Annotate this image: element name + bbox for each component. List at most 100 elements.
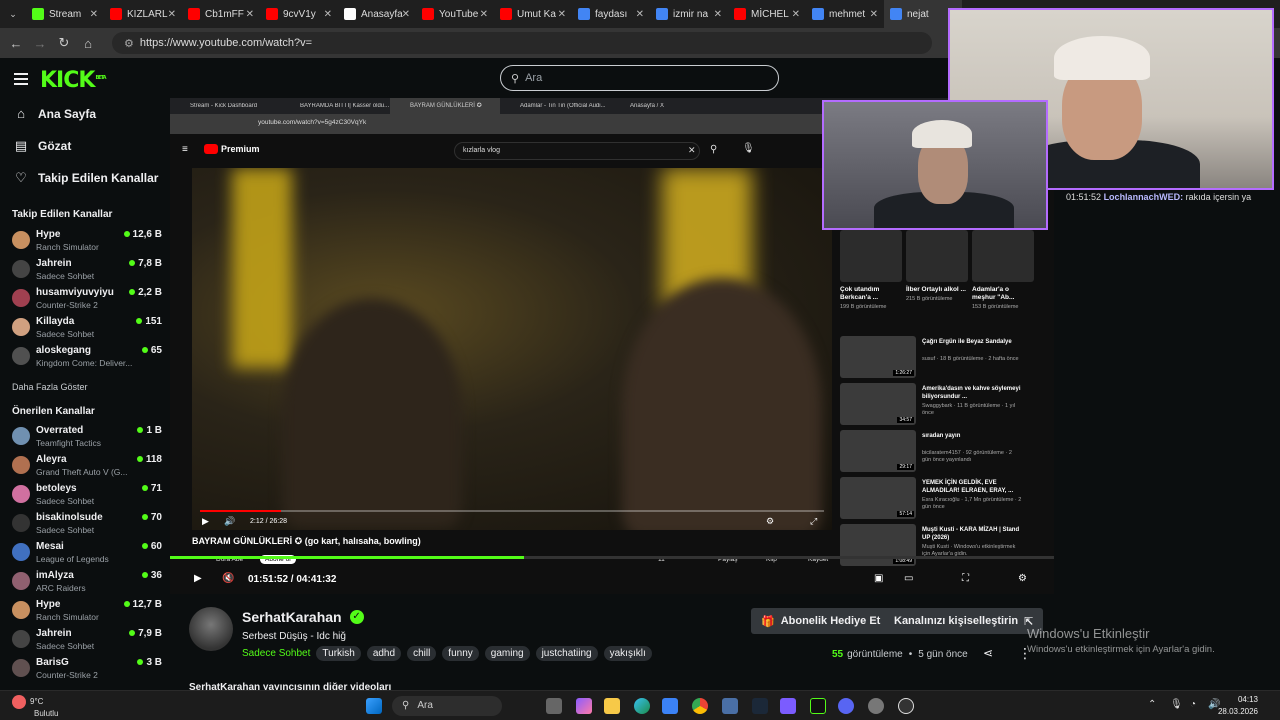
tag-chip[interactable]: gaming: [484, 646, 530, 661]
theater-icon[interactable]: ▭: [904, 573, 913, 584]
browser-tab[interactable]: Stream ✕: [26, 0, 104, 28]
sidebar-channel[interactable]: betoleys Sadece Sohbet 71: [12, 482, 162, 510]
browser-tab[interactable]: mehmet ✕: [806, 0, 884, 28]
clear-icon: ✕: [688, 145, 696, 155]
kick-logo[interactable]: KICKBETA: [40, 68, 107, 93]
sidebar-channel[interactable]: Mesai League of Legends 60: [12, 540, 162, 568]
network-icon[interactable]: ◔: [1190, 699, 1196, 710]
browser-tab[interactable]: Umut Ka ✕: [494, 0, 572, 28]
stream-progress[interactable]: [170, 556, 1054, 559]
tab-close-icon[interactable]: ✕: [324, 9, 332, 20]
fullscreen-icon[interactable]: ⛶: [962, 573, 969, 584]
tab-close-icon[interactable]: ✕: [792, 9, 800, 20]
start-icon[interactable]: [366, 698, 382, 714]
tab-list-dropdown[interactable]: ⌄: [0, 9, 26, 20]
steam-icon[interactable]: [752, 698, 768, 714]
browser-tab[interactable]: MİCHEL ✕: [728, 0, 806, 28]
kick-app-icon[interactable]: [810, 698, 826, 714]
tab-close-icon[interactable]: ✕: [90, 9, 98, 20]
tag-chip[interactable]: yakışıklı: [603, 646, 652, 661]
pip-icon[interactable]: ▣: [874, 573, 883, 584]
sidebar-channel[interactable]: Killayda Sadece Sohbet 151: [12, 315, 162, 343]
settings-icon[interactable]: [868, 698, 884, 714]
share-icon[interactable]: ⋖: [983, 646, 993, 660]
discord-icon[interactable]: [838, 698, 854, 714]
sidebar-channel[interactable]: husamviyuvyiyu Counter-Strike 2 2,2 B: [12, 286, 162, 314]
category-link[interactable]: Sadece Sohbet: [242, 648, 310, 659]
obs-icon[interactable]: [898, 698, 914, 714]
tag-chip[interactable]: adhd: [366, 646, 402, 661]
url-field[interactable]: ⚙ https://www.youtube.com/watch?v=: [112, 32, 932, 54]
edge-icon[interactable]: [634, 698, 650, 714]
mic-tray-icon[interactable]: 🎙: [1170, 699, 1183, 710]
taskbar-search[interactable]: ⚲ Ara: [392, 696, 502, 716]
reload-icon[interactable]: ↻: [52, 35, 76, 51]
nav-following[interactable]: ♡ Takip Edilen Kanallar: [14, 170, 158, 186]
gem-app-icon[interactable]: [780, 698, 796, 714]
tray-overflow-icon[interactable]: ⌃: [1148, 699, 1156, 710]
sidebar-channel[interactable]: aloskegang Kingdom Come: Deliver... 65: [12, 344, 162, 372]
tab-close-icon[interactable]: ✕: [558, 9, 566, 20]
tab-close-icon[interactable]: ✕: [246, 9, 254, 20]
tag-chip[interactable]: funny: [442, 646, 479, 661]
tag-list: Sadece Sohbet Turkish adhd chill funny gamin…: [242, 646, 658, 661]
clock[interactable]: 04:13 28.03.2026: [1218, 694, 1258, 718]
tag-chip[interactable]: justchatiing: [535, 646, 598, 661]
task-view-icon[interactable]: [546, 698, 562, 714]
recommended-meta: bicilaratem4157 · 92 görüntüleme · 2 gün…: [922, 450, 1012, 463]
tab-close-icon[interactable]: ✕: [168, 9, 176, 20]
browser-tab[interactable]: Anasayfa ✕: [338, 0, 416, 28]
stream-settings-icon[interactable]: ⚙: [1018, 573, 1027, 584]
browser-tab[interactable]: KIZLARL ✕: [104, 0, 182, 28]
browser-tab[interactable]: YouTube ✕: [416, 0, 494, 28]
tag-chip[interactable]: Turkish: [316, 646, 361, 661]
tab-close-icon[interactable]: ✕: [870, 9, 878, 20]
sidebar-channel[interactable]: BarisG Counter-Strike 2 3 B: [12, 656, 162, 684]
tab-close-icon[interactable]: ✕: [402, 9, 410, 20]
channel-name[interactable]: SerhatKarahan: [242, 609, 342, 625]
show-more-link[interactable]: Daha Fazla Göster: [12, 382, 88, 392]
browser-tab[interactable]: 9cvV1y ✕: [260, 0, 338, 28]
channel-avatar[interactable]: [189, 607, 233, 651]
browse-icon: ▤: [14, 138, 28, 153]
copilot-icon[interactable]: [576, 698, 592, 714]
store-icon[interactable]: [662, 698, 678, 714]
tab-close-icon[interactable]: ✕: [636, 9, 644, 20]
stream-mute-icon[interactable]: 🔇: [222, 573, 234, 584]
chrome-icon[interactable]: [692, 698, 708, 714]
chat-user[interactable]: LochlannachWED:: [1104, 192, 1184, 202]
home-icon[interactable]: ⌂: [76, 36, 100, 51]
sidebar-channel[interactable]: Aleyra Grand Theft Auto V (G... 118: [12, 453, 162, 481]
forward-icon[interactable]: →: [28, 36, 52, 51]
file-explorer-icon[interactable]: [604, 698, 620, 714]
inner-tab: Adamlar - Tin Tin (Official Audi...: [520, 103, 606, 109]
customize-channel-button[interactable]: Kanalınızı kişiselleştirin ⇱: [884, 608, 1044, 634]
tab-favicon-icon: [344, 8, 356, 20]
search-input[interactable]: ⚲ Ara: [500, 65, 779, 91]
stream-play-icon[interactable]: ▶: [194, 573, 202, 584]
nav-home[interactable]: ⌂ Ana Sayfa: [14, 106, 96, 121]
tag-chip[interactable]: chill: [407, 646, 437, 661]
back-icon[interactable]: ←: [4, 36, 28, 51]
sidebar-channel[interactable]: Jahrein Sadece Sohbet 7,8 B: [12, 257, 162, 285]
sidebar-channel[interactable]: Overrated Teamfight Tactics 1 B: [12, 424, 162, 452]
tab-close-icon[interactable]: ✕: [714, 9, 722, 20]
recommended-title: Çağrı Ergün ile Beyaz Sandalye: [922, 339, 1012, 345]
hamburger-menu-icon[interactable]: [14, 70, 28, 88]
sidebar-channel[interactable]: Hype Ranch Simulator 12,6 B: [12, 228, 162, 256]
gift-subscription-button[interactable]: 🎁 Abonelik Hediye Et: [751, 608, 891, 634]
game-app-icon[interactable]: [722, 698, 738, 714]
tab-close-icon[interactable]: ✕: [480, 9, 488, 20]
stream-time: 01:51:52 / 04:41:32: [248, 574, 337, 585]
browser-tab[interactable]: izmir na ✕: [650, 0, 728, 28]
sidebar-channel[interactable]: Jahrein Sadece Sohbet 7,9 B: [12, 627, 162, 655]
nav-browse[interactable]: ▤ Gözat: [14, 138, 72, 154]
sidebar-channel[interactable]: bisakinolsude Sadece Sohbet 70: [12, 511, 162, 539]
sidebar-channel[interactable]: imAlyza ARC Raiders 36: [12, 569, 162, 597]
sidebar-channel[interactable]: Hype Ranch Simulator 12,7 B: [12, 598, 162, 626]
video-title: BAYRAM GÜNLÜKLERİ ✪ (go kart, halısaha, …: [192, 536, 421, 546]
browser-tab[interactable]: Cb1mFF ✕: [182, 0, 260, 28]
weather-widget[interactable]: 9°C Bulutlu: [12, 695, 58, 719]
site-info-icon[interactable]: ⚙: [124, 37, 134, 50]
browser-tab[interactable]: faydası ✕: [572, 0, 650, 28]
